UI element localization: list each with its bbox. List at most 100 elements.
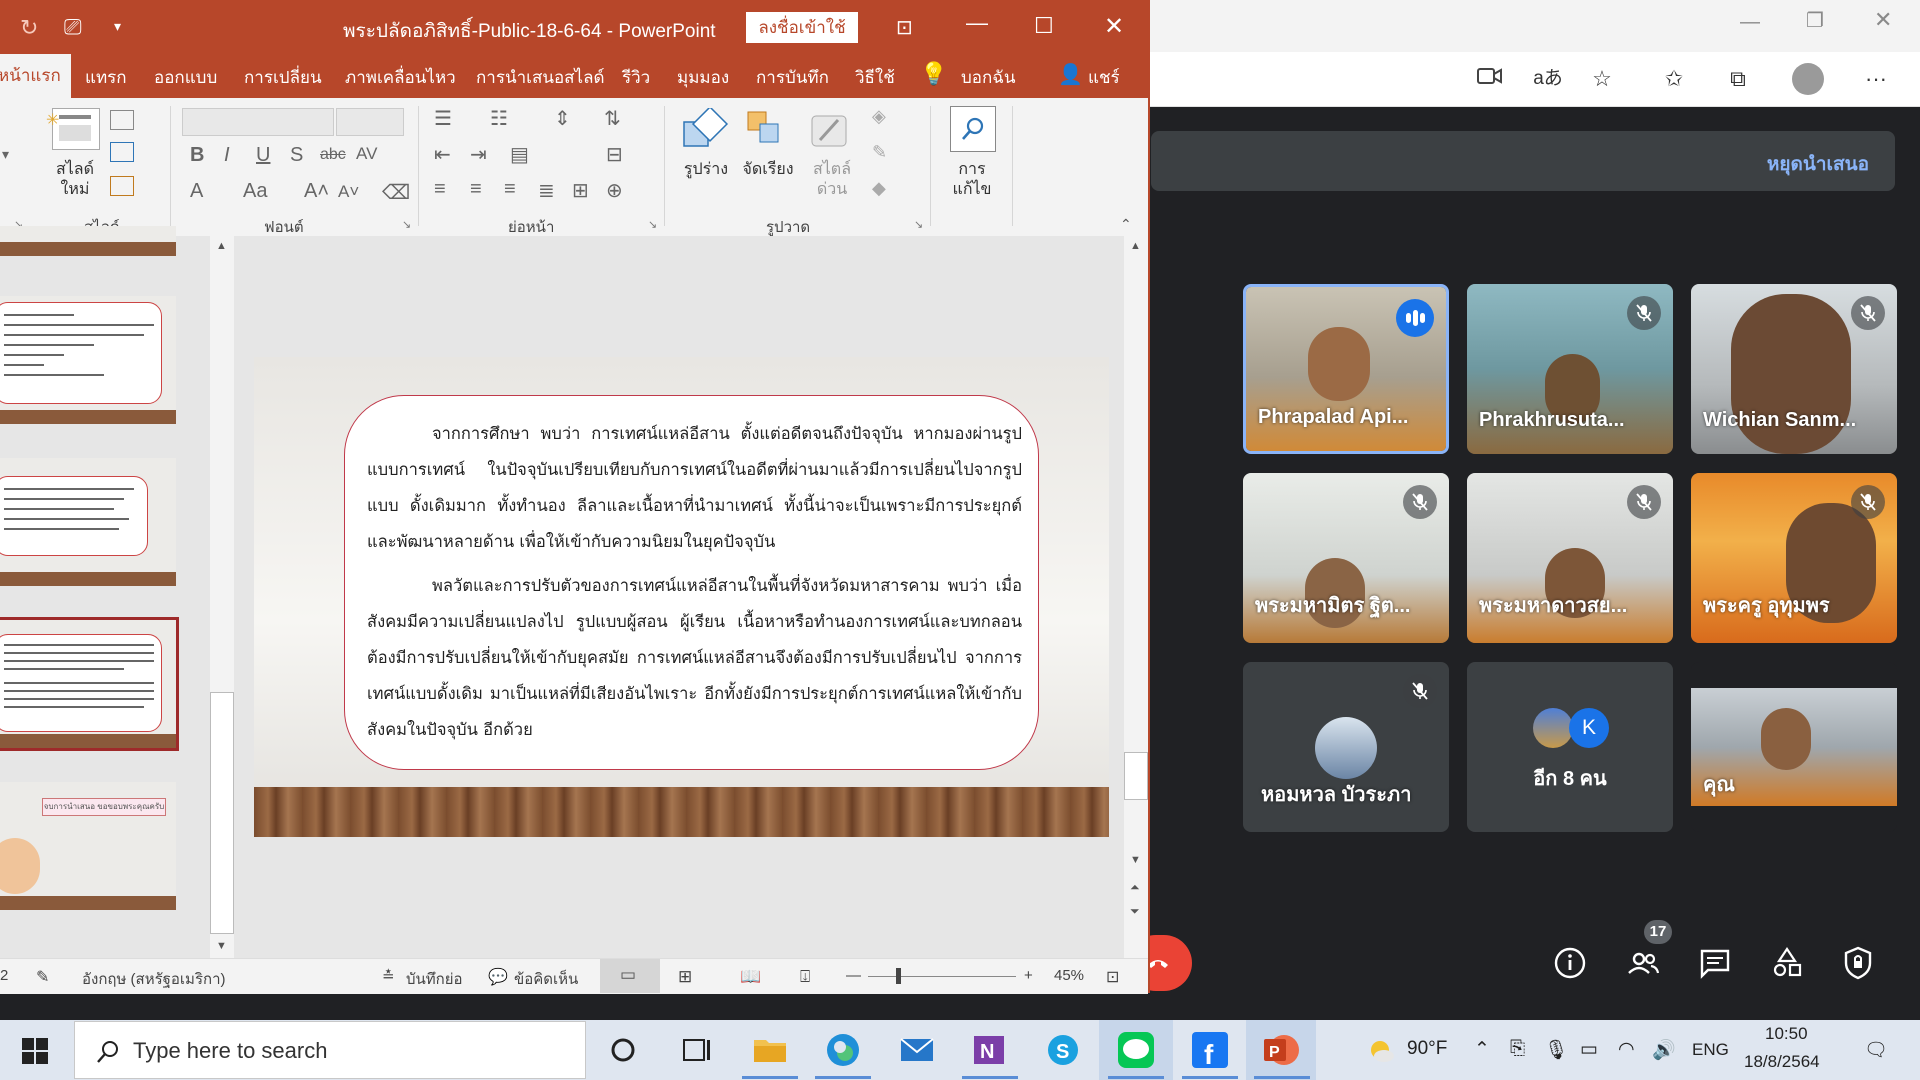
maximize-icon[interactable]: ☐ [1034, 13, 1054, 39]
activities-icon[interactable] [1764, 940, 1810, 986]
close-icon[interactable]: ✕ [1874, 9, 1892, 31]
skype-icon[interactable]: S [1043, 1030, 1083, 1070]
zoom-in-icon[interactable]: + [1024, 967, 1033, 984]
meet-now-icon[interactable]: ⎘ [1510, 1038, 1525, 1060]
read-aloud-icon[interactable]: aあ [1530, 61, 1566, 97]
microphone-icon[interactable]: 🎙 [1544, 1038, 1568, 1062]
editor-scrollbar[interactable]: ▲ ▼ ⏶ ⏷ [1124, 236, 1148, 958]
participant-tile[interactable]: พระครู อุทุมพร [1691, 473, 1897, 643]
file-explorer-icon[interactable] [750, 1030, 790, 1070]
underline-icon[interactable]: U [256, 144, 270, 167]
shadow-icon[interactable]: S [290, 144, 303, 167]
shapes-button[interactable]: รูปร่าง [676, 160, 736, 180]
mail-icon[interactable] [897, 1030, 937, 1070]
clear-format-icon[interactable]: ⌫ [382, 180, 410, 205]
italic-icon[interactable]: I [224, 144, 230, 167]
battery-icon[interactable]: ▭ [1580, 1038, 1598, 1061]
slide-thumbnail[interactable]: จบการนำเสนอ ขอขอบพระคุณครับผม [0, 782, 176, 910]
shape-effects-icon[interactable]: ◆ [872, 178, 886, 199]
strikethrough-icon[interactable]: abc [320, 146, 346, 164]
layout-icon[interactable] [110, 110, 134, 130]
minimize-icon[interactable]: — [1740, 12, 1760, 32]
tell-me-search[interactable]: บอกฉัน [961, 64, 1016, 91]
cortana-icon[interactable] [603, 1030, 643, 1070]
notes-button[interactable]: บันทึกย่อ [406, 967, 463, 991]
minimize-icon[interactable]: — [966, 10, 988, 36]
scroll-up-icon[interactable]: ▲ [1130, 240, 1141, 252]
shapes-icon[interactable] [682, 108, 730, 152]
previous-slide-icon[interactable]: ⏶ [1130, 880, 1140, 895]
weather-icon[interactable] [1366, 1036, 1396, 1066]
dialog-launcher-icon[interactable]: ↘ [402, 218, 411, 231]
next-slide-icon[interactable]: ⏷ [1130, 904, 1140, 919]
participant-tile[interactable]: พระมหามิตร ฐิต... [1243, 473, 1449, 643]
scroll-thumb[interactable] [1124, 752, 1148, 800]
add-favorite-icon[interactable]: ☆ [1584, 61, 1620, 97]
text-direction-icon[interactable]: ⇅ [604, 106, 621, 131]
align-center-icon[interactable]: ≡ [470, 178, 482, 201]
bold-icon[interactable]: B [190, 144, 204, 167]
powerpoint-icon[interactable]: P [1262, 1030, 1302, 1070]
ribbon-display-icon[interactable]: ⊡ [896, 15, 913, 40]
grow-font-icon[interactable]: A˄ [304, 180, 329, 203]
participant-tile[interactable]: Phrapalad Api... [1243, 284, 1449, 454]
scroll-down-icon[interactable]: ▼ [216, 940, 227, 952]
justify-icon[interactable]: ≣ [538, 178, 555, 203]
reset-icon[interactable] [110, 142, 134, 162]
zoom-level[interactable]: 45% [1054, 967, 1084, 984]
tab-help[interactable]: วิธีใช้ [855, 64, 895, 91]
info-icon[interactable] [1547, 940, 1593, 986]
chat-icon[interactable] [1692, 940, 1738, 986]
windows-start-icon[interactable] [22, 1038, 48, 1064]
comments-button[interactable]: ข้อคิดเห็น [514, 967, 578, 991]
host-controls-icon[interactable] [1835, 940, 1881, 986]
zoom-slider[interactable] [868, 976, 1016, 977]
slide-sorter-icon[interactable]: ⊞ [678, 967, 692, 987]
others-tile[interactable]: K อีก 8 คน [1467, 662, 1673, 832]
spellcheck-icon[interactable]: ✎ [36, 967, 49, 987]
current-slide[interactable]: จากการศึกษา พบว่า การเทศน์แหล่อีสาน ตั้ง… [254, 357, 1109, 837]
people-icon[interactable]: 17 [1620, 920, 1672, 986]
tab-recording[interactable]: การบันทึก [756, 64, 829, 91]
align-text-icon[interactable]: ⊟ [606, 142, 623, 167]
change-case-icon[interactable]: Aa [243, 180, 267, 203]
shrink-font-icon[interactable]: A˅ [338, 182, 359, 202]
slide-thumbnail[interactable] [0, 458, 176, 586]
increase-indent-icon[interactable]: ⇥ [470, 142, 487, 167]
clock-time[interactable]: 10:50 [1765, 1024, 1808, 1044]
self-tile[interactable]: คุณ [1691, 662, 1897, 832]
participant-tile[interactable]: หอมหวล บัวระภา [1243, 662, 1449, 832]
input-language[interactable]: ENG [1692, 1040, 1729, 1060]
char-spacing-icon[interactable]: AV [356, 144, 377, 164]
tab-home[interactable]: หน้าแรก [0, 54, 71, 98]
quick-styles-button[interactable]: สไตล์ ด่วน [802, 160, 862, 200]
participant-tile[interactable]: Wichian Sanm... [1691, 284, 1897, 454]
notifications-icon[interactable]: 🗨 [1864, 1038, 1888, 1062]
weather-temp[interactable]: 90°F [1407, 1038, 1447, 1060]
arrange-button[interactable]: จัดเรียง [738, 160, 798, 180]
camera-icon[interactable] [1472, 61, 1508, 97]
customize-toolbar-icon[interactable]: ▾ [114, 18, 121, 35]
bullets-icon[interactable]: ☰ [434, 106, 452, 131]
normal-view-button[interactable]: ▭ [600, 959, 660, 993]
scroll-down-icon[interactable]: ▼ [1130, 854, 1141, 866]
font-name-select[interactable] [182, 108, 334, 136]
slide-textbox[interactable]: จากการศึกษา พบว่า การเทศน์แหล่อีสาน ตั้ง… [344, 395, 1039, 770]
columns-icon[interactable]: ▤ [510, 142, 529, 167]
participant-tile[interactable]: Phrakhrusuta... [1467, 284, 1673, 454]
share-button[interactable]: แชร์ [1088, 64, 1120, 91]
numbering-icon[interactable]: ☷ [490, 106, 508, 131]
collapse-ribbon-icon[interactable]: ⌃ [1120, 216, 1132, 233]
new-slide-button[interactable]: สไลด์ ใหม่ [45, 160, 105, 200]
dialog-launcher-icon[interactable]: ↘ [914, 218, 923, 231]
present-icon[interactable]: ⎚ [64, 14, 82, 40]
distribute-icon[interactable]: ⊞ [572, 178, 589, 203]
font-size-select[interactable] [336, 108, 404, 136]
section-icon[interactable] [110, 176, 134, 196]
font-color-icon[interactable]: A [190, 180, 203, 203]
tab-review[interactable]: รีวิว [622, 64, 650, 91]
clock-date[interactable]: 18/8/2564 [1744, 1052, 1820, 1072]
quick-styles-icon[interactable] [808, 110, 852, 154]
collections-icon[interactable]: ⧉ [1720, 61, 1756, 97]
profile-avatar[interactable] [1792, 63, 1824, 95]
